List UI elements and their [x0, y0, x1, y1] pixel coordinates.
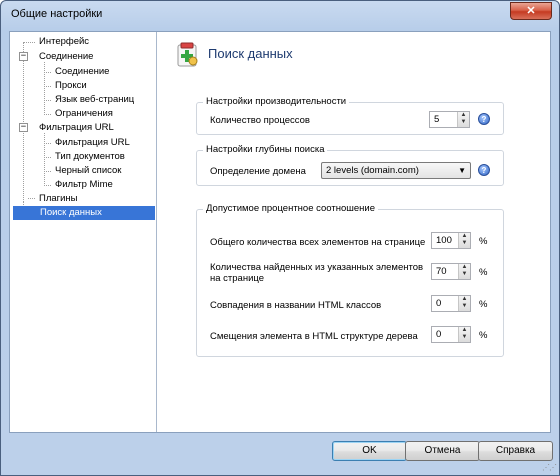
spin-up-icon[interactable]: ▲ [459, 233, 470, 240]
pct-unit: % [479, 330, 488, 341]
pct-row-label: Общего количества всех элементов на стра… [210, 237, 426, 248]
processes-value: 5 [434, 114, 440, 125]
domain-value: 2 levels (domain.com) [326, 165, 419, 176]
spin-down-icon[interactable]: ▼ [459, 303, 470, 310]
domain-label: Определение домена [210, 166, 306, 177]
domain-select[interactable]: 2 levels (domain.com) ▼ [321, 162, 471, 179]
data-search-page-icon [176, 42, 200, 68]
expand-url-filter-icon[interactable]: − [19, 123, 28, 132]
pct-spinner[interactable]: 0 ▲ ▼ [431, 295, 471, 312]
spin-up-icon[interactable]: ▲ [459, 296, 470, 303]
tree-item-limits[interactable]: Ограничения [55, 107, 113, 121]
title-bar[interactable]: Общие настройки ✕ [1, 1, 559, 31]
tree-item-page-language[interactable]: Язык веб-страниц [55, 93, 134, 107]
tree-item-connection[interactable]: Соединение [55, 65, 109, 79]
processes-help-icon[interactable]: ? [478, 113, 490, 125]
resize-grip-icon[interactable]: ⋰⋰ [542, 463, 557, 472]
page-title: Поиск данных [208, 46, 293, 61]
spinner-arrows[interactable]: ▲ ▼ [458, 233, 470, 248]
spin-up-icon[interactable]: ▲ [458, 112, 469, 119]
pct-value: 0 [436, 298, 442, 309]
search-depth-group-title: Настройки глубины поиска [203, 144, 328, 155]
pct-unit: % [479, 299, 488, 310]
spinner-arrows[interactable]: ▲ ▼ [458, 296, 470, 311]
spin-down-icon[interactable]: ▼ [458, 119, 469, 126]
pct-value: 100 [436, 235, 452, 246]
settings-tree: − − Интерфейс Соединение Соединение Прок… [10, 32, 157, 432]
help-button[interactable]: Справка [478, 441, 553, 461]
ok-button[interactable]: OK [332, 441, 407, 461]
tree-item-interface[interactable]: Интерфейс [39, 35, 89, 49]
spin-up-icon[interactable]: ▲ [459, 264, 470, 271]
pct-spinner[interactable]: 70 ▲ ▼ [431, 263, 471, 280]
tree-item-url-filter[interactable]: Фильтрация URL [55, 136, 130, 150]
pct-row-label: Совпадения в названии HTML классов [210, 300, 382, 311]
tree-item-mime-filter[interactable]: Фильтр Mime [55, 178, 113, 192]
processes-label: Количество процессов [210, 115, 310, 126]
spin-up-icon[interactable]: ▲ [459, 327, 470, 334]
tree-item-proxy[interactable]: Прокси [55, 79, 87, 93]
percentage-group: Допустимое процентное соотношение Общего… [196, 203, 504, 357]
processes-spinner[interactable]: 5 ▲ ▼ [429, 111, 470, 128]
window-title: Общие настройки [11, 8, 103, 20]
tree-item-connection-group[interactable]: Соединение [39, 50, 93, 64]
close-icon: ✕ [526, 5, 536, 17]
tree-item-url-filter-group[interactable]: Фильтрация URL [39, 121, 114, 135]
pct-spinner[interactable]: 100 ▲ ▼ [431, 232, 471, 249]
settings-panel: Поиск данных Настройки производительност… [158, 32, 550, 432]
pct-row-label: Смещения элемента в HTML структуре дерев… [210, 331, 418, 342]
percentage-group-title: Допустимое процентное соотношение [203, 203, 378, 214]
pct-value: 0 [436, 329, 442, 340]
tree-item-document-types[interactable]: Тип документов [55, 150, 125, 164]
spinner-arrows[interactable]: ▲ ▼ [458, 264, 470, 279]
spinner-arrows[interactable]: ▲ ▼ [458, 327, 470, 342]
tree-item-blacklist[interactable]: Черный список [55, 164, 121, 178]
close-button[interactable]: ✕ [510, 2, 552, 20]
pct-spinner[interactable]: 0 ▲ ▼ [431, 326, 471, 343]
cancel-button[interactable]: Отмена [405, 441, 480, 461]
performance-group: Настройки производительности Количество … [196, 96, 504, 135]
pct-value: 70 [436, 266, 447, 277]
spinner-arrows[interactable]: ▲ ▼ [457, 112, 469, 127]
chevron-down-icon: ▼ [458, 166, 466, 175]
pct-row-label: Количества найденных из указанных элемен… [210, 262, 424, 284]
tree-item-data-search[interactable]: Поиск данных [13, 206, 155, 220]
spin-down-icon[interactable]: ▼ [459, 271, 470, 278]
pct-unit: % [479, 236, 488, 247]
performance-group-title: Настройки производительности [203, 96, 350, 107]
spin-down-icon[interactable]: ▼ [459, 334, 470, 341]
expand-connection-icon[interactable]: − [19, 52, 28, 61]
pct-unit: % [479, 267, 488, 278]
domain-help-icon[interactable]: ? [478, 164, 490, 176]
settings-window: Общие настройки ✕ − − Интерфейс Соединен… [0, 0, 560, 476]
tree-item-plugins[interactable]: Плагины [39, 192, 78, 206]
search-depth-group: Настройки глубины поиска Определение дом… [196, 144, 504, 186]
spin-down-icon[interactable]: ▼ [459, 240, 470, 247]
client-area: − − Интерфейс Соединение Соединение Прок… [9, 31, 551, 433]
